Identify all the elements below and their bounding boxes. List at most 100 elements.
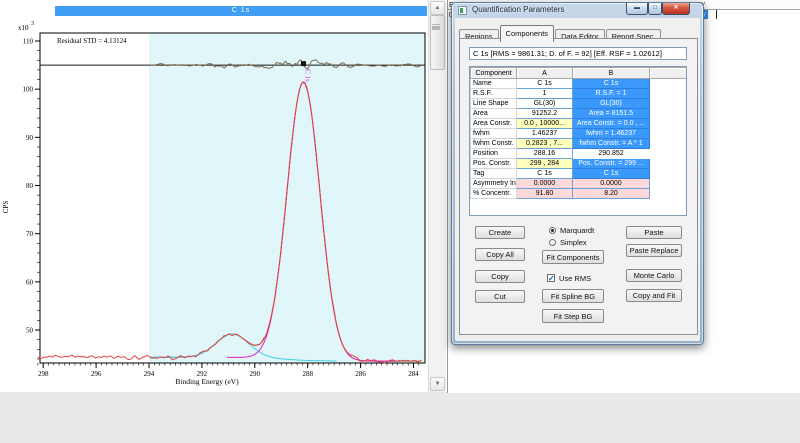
component-b-cell[interactable]: C 1s: [572, 78, 650, 89]
component-a-cell[interactable]: 91252.2: [516, 108, 573, 119]
copy-all-button[interactable]: Copy All: [475, 248, 525, 261]
table-row: fwhm Constr. 0.2823 , 7... fwhm Constr. = …: [470, 138, 686, 149]
table-header-row: Component A B: [470, 67, 686, 79]
component-b-cell[interactable]: Area = 8151.5: [572, 108, 650, 119]
table-row: Tag C 1s C 1s: [470, 168, 686, 179]
component-b-cell[interactable]: 290.852: [572, 148, 650, 159]
paste-button[interactable]: Paste: [626, 226, 682, 239]
component-a-cell[interactable]: GL(30): [516, 98, 573, 109]
marquardt-radio[interactable]: [549, 227, 556, 234]
component-b-cell[interactable]: GL(30): [572, 98, 650, 109]
table-row: Pos. Constr. 299 , 284 Pos. Constr. = 299 …: [470, 158, 686, 169]
maximize-button[interactable]: □: [648, 3, 662, 15]
component-b-cell[interactable]: Pos. Constr. = 299 ...: [572, 158, 650, 169]
component-b-cell[interactable]: C 1s: [572, 168, 650, 179]
component-b-cell[interactable]: fwhm Constr. = A * 1: [572, 138, 650, 149]
y-tick-label: 100: [23, 86, 34, 94]
monte-carlo-button[interactable]: Monte Carlo: [626, 269, 682, 282]
component-b-cell[interactable]: Area Constr. = 0.0 , ...: [572, 118, 650, 129]
minimize-button[interactable]: ▬: [626, 3, 648, 15]
x-tick-label: 296: [91, 370, 102, 378]
row-label-cell[interactable]: % Concentr.: [470, 188, 517, 199]
plot-title-bar: C 1s: [55, 6, 427, 16]
row-label-cell[interactable]: Line Shape: [470, 98, 517, 109]
x-tick-label: 284: [408, 370, 419, 378]
row-label-cell[interactable]: Asymmetry In...: [470, 178, 517, 189]
filler-cell: [649, 78, 686, 89]
spectrum-plot[interactable]: 1101009080706050298 296 294 292 290 288 286 284…: [0, 0, 447, 392]
column-header[interactable]: B: [572, 67, 650, 79]
x-tick-label: 286: [355, 370, 366, 378]
x-axis-title: Binding Energy (eV): [175, 377, 239, 386]
component-b-cell[interactable]: 8.20: [572, 188, 650, 199]
scroll-down-icon[interactable]: ▼: [430, 377, 445, 391]
simplex-radio[interactable]: [549, 239, 556, 246]
component-a-cell[interactable]: 299 , 284: [516, 158, 573, 169]
tab-components[interactable]: Components: [499, 25, 555, 42]
y-axis-multiplier-exponent: 3: [31, 21, 34, 27]
row-label-cell[interactable]: Tag: [470, 168, 517, 179]
dialog-client-area: Regions Components Data Editor Report Spec.…: [455, 18, 700, 341]
row-label-cell[interactable]: Pos. Constr.: [470, 158, 517, 169]
table-row: Position 288.16 290.852: [470, 148, 686, 159]
quantification-parameters-dialog: Quantification Parameters ▬ □ ✕ Regions Com…: [451, 2, 704, 345]
text-caret: [716, 10, 717, 19]
row-label-cell[interactable]: Position: [470, 148, 517, 159]
component-a-cell[interactable]: 1: [516, 88, 573, 99]
paste-replace-button[interactable]: Paste Replace: [626, 244, 682, 257]
y-tick-label: 70: [26, 230, 34, 238]
row-label-cell[interactable]: Area Constr.: [470, 118, 517, 129]
component-marker[interactable]: [300, 61, 306, 67]
scroll-up-icon[interactable]: ▲: [430, 1, 445, 15]
column-header[interactable]: A: [516, 67, 573, 79]
column-header[interactable]: Component: [470, 67, 517, 79]
table-row: Area Constr. 0.0 , 10000... Area Constr. =…: [470, 118, 686, 129]
table-row: Asymmetry In...0.00000.0000: [470, 178, 686, 189]
table-row: % Concentr. 91.80 8.20: [470, 188, 686, 199]
copy-and-fit-button[interactable]: Copy and Fit: [626, 289, 682, 302]
component-a-cell[interactable]: 1.46237: [516, 128, 573, 139]
cut-button[interactable]: Cut: [475, 290, 525, 303]
table-row: Line Shape GL(30) GL(30): [470, 98, 686, 109]
rms-readout[interactable]: C 1s [RMS = 9861.31; D. of F. = 92] [Eff…: [469, 47, 687, 60]
fit-components-button[interactable]: Fit Components: [542, 250, 604, 264]
component-b-cell[interactable]: fwhm = 1.46237: [572, 128, 650, 139]
y-tick-label: 90: [26, 134, 34, 142]
component-parameter-table[interactable]: Component A B Name C 1s C 1s R.S.F. 1 R.S.F. …: [470, 67, 686, 199]
components-tab-page: C 1s [RMS = 9861.31; D. of F. = 92] [Eff…: [459, 38, 698, 335]
row-label-cell[interactable]: Area: [470, 108, 517, 119]
component-b-cell[interactable]: 0.0000: [572, 178, 650, 189]
y-tick-label: 60: [26, 278, 34, 286]
dialog-title-bar[interactable]: Quantification Parameters ▬ □ ✕: [452, 3, 703, 18]
y-tick-label: 50: [26, 327, 34, 335]
component-a-cell[interactable]: C 1s: [516, 168, 573, 179]
use-rms-label: Use RMS: [559, 274, 592, 283]
row-label-cell[interactable]: fwhm Constr.: [470, 138, 517, 149]
table-row: fwhm 1.46237 fwhm = 1.46237: [470, 128, 686, 139]
row-label-cell[interactable]: Name: [470, 78, 517, 89]
component-a-cell[interactable]: C 1s: [516, 78, 573, 89]
component-a-cell[interactable]: 91.80: [516, 188, 573, 199]
filler-cell: [649, 128, 686, 139]
component-b-cell[interactable]: R.S.F. = 1: [572, 88, 650, 99]
create-button[interactable]: Create: [475, 226, 525, 239]
x-tick-label: 294: [144, 370, 155, 378]
filler-cell: [649, 168, 686, 179]
x-tick-label: 288: [302, 370, 313, 378]
spectrum-pane: 110 100 90 80 70 60 50 298 296 294 292 290 288 286 284…: [0, 0, 447, 392]
component-a-cell[interactable]: 0.0000: [516, 178, 573, 189]
residual-std-label: Residual STD = 4.13124: [57, 37, 127, 45]
component-a-cell[interactable]: 0.2823 , 7...: [516, 138, 573, 149]
row-label-cell[interactable]: R.S.F.: [470, 88, 517, 99]
filler-cell: [649, 178, 686, 189]
component-a-cell[interactable]: 0.0 , 10000...: [516, 118, 573, 129]
row-label-cell[interactable]: fwhm: [470, 128, 517, 139]
use-rms-checkbox[interactable]: ✓: [547, 274, 555, 283]
scrollbar-grip: [432, 24, 440, 26]
close-icon[interactable]: ✕: [662, 3, 690, 15]
fit-step-bg-button[interactable]: Fit Step BG: [542, 309, 604, 323]
component-a-cell[interactable]: 288.16: [516, 148, 573, 159]
fit-spline-bg-button[interactable]: Fit Spline BG: [542, 289, 604, 303]
copy-button[interactable]: Copy: [475, 270, 525, 283]
plot-vertical-scrollbar[interactable]: ▲ ▼: [428, 0, 446, 392]
